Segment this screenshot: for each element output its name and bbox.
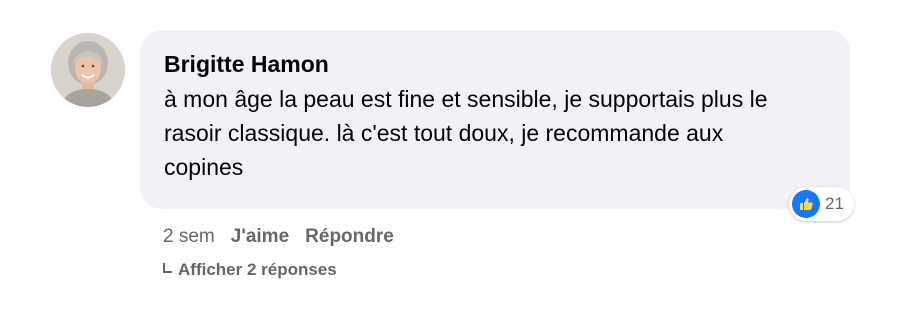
thumbs-up-icon [792,190,820,218]
reply-button[interactable]: Répondre [305,225,394,249]
comment-actions: 2 sem J'aime Répondre [163,225,410,249]
view-replies-label: Afficher 2 réponses [178,260,337,279]
author-name[interactable]: Brigitte Hamon [164,50,826,78]
timestamp[interactable]: 2 sem [163,225,215,249]
like-button[interactable]: J'aime [231,225,289,249]
reaction-count: 21 [825,194,844,213]
comment: Brigitte Hamon à mon âge la peau est fin… [0,0,900,313]
reply-arrow-icon [163,263,172,273]
avatar[interactable] [51,33,125,107]
view-replies-link[interactable]: Afficher 2 réponses [163,260,337,280]
comment-bubble: Brigitte Hamon à mon âge la peau est fin… [140,30,850,209]
reaction-summary[interactable]: 21 [789,187,854,221]
avatar-portrait [51,33,125,107]
comment-text: à mon âge la peau est fine et sensible, … [164,86,768,180]
